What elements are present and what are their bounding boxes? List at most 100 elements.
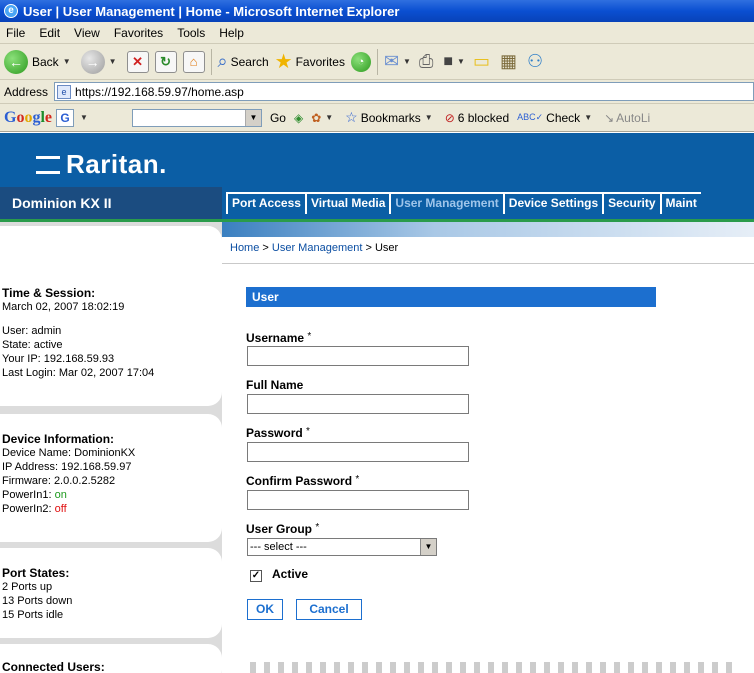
device-panel: Device Information: Device Name: Dominio…	[0, 414, 222, 542]
menu-edit[interactable]: Edit	[39, 26, 60, 40]
back-dropdown-icon[interactable]: ▼	[63, 57, 71, 66]
menu-file[interactable]: File	[6, 26, 25, 40]
ports-down: 13 Ports down	[2, 595, 73, 607]
active-checkbox[interactable]: ✓	[250, 570, 262, 582]
window-title: User | User Management | Home - Microsof…	[23, 3, 400, 19]
password-label: Password *	[246, 426, 310, 440]
page-icon: e	[57, 84, 72, 99]
user-group-label: User Group *	[246, 522, 320, 536]
google-go-button[interactable]: Go	[270, 111, 286, 125]
popup-blocker-button[interactable]: ⊘ 6 blocked	[445, 111, 509, 125]
ports-idle: 15 Ports idle	[2, 609, 64, 621]
google-extra-icon[interactable]: ✿	[311, 111, 321, 125]
forward-button[interactable]: → ▼	[80, 49, 121, 74]
product-name: Dominion KX II	[0, 187, 222, 219]
menu-favorites[interactable]: Favorites	[114, 26, 163, 40]
breadcrumb-home[interactable]: Home	[230, 242, 259, 254]
menu-view[interactable]: View	[74, 26, 100, 40]
popup-blocked-icon: ⊘	[444, 110, 455, 125]
google-menu-dropdown-icon[interactable]: ▼	[80, 113, 88, 122]
forward-arrow-icon: →	[80, 49, 105, 74]
session-datetime: March 02, 2007 18:02:19	[2, 301, 125, 313]
forward-dropdown-icon[interactable]: ▼	[109, 57, 117, 66]
back-label: Back	[32, 54, 59, 69]
confirm-password-input[interactable]	[247, 490, 469, 510]
menu-tools[interactable]: Tools	[177, 26, 205, 40]
window-titlebar: e User | User Management | Home - Micros…	[0, 0, 754, 22]
breadcrumb-separator: >	[262, 242, 269, 254]
mail-dropdown-icon[interactable]: ▼	[403, 57, 411, 66]
powerin1-status: on	[54, 489, 67, 501]
tab-maintenance[interactable]: Maint	[659, 192, 701, 214]
toolbar-separator	[210, 48, 212, 75]
stop-icon[interactable]: ✕	[126, 50, 149, 73]
spellcheck-icon: ABC✓	[517, 112, 544, 122]
autolink-button[interactable]: ↘ AutoLi	[604, 111, 650, 125]
raritan-logo-text: Raritan.	[66, 149, 167, 179]
messenger-icon[interactable]: ⚇	[527, 51, 543, 72]
address-input[interactable]: e https://192.168.59.97/home.asp	[54, 82, 754, 101]
form-section-title: User	[246, 287, 656, 307]
tab-user-management[interactable]: User Management	[389, 192, 503, 214]
tab-virtual-media[interactable]: Virtual Media	[304, 192, 390, 214]
breadcrumb-user-management[interactable]: User Management	[272, 242, 363, 254]
research-icon[interactable]: ▦	[500, 51, 517, 72]
google-toolbar: Google G ▼ Go ◈ ✿ ▼ ☆ Bookmarks▼ ⊘ 6 blo…	[0, 104, 754, 132]
back-button[interactable]: ← Back ▼	[4, 49, 75, 74]
sidebar: Time & Session: March 02, 2007 18:02:19 …	[0, 222, 222, 673]
port-states-heading: Port States:	[2, 566, 70, 580]
favorites-button[interactable]: ★ Favorites	[275, 49, 345, 74]
port-states-panel: Port States: 2 Ports up 13 Ports down 15…	[0, 548, 222, 638]
tab-security[interactable]: Security	[602, 192, 660, 214]
spellcheck-button[interactable]: ABC✓ Check ▼	[517, 111, 596, 125]
breadcrumb-separator: >	[365, 242, 372, 254]
powerin2-status: off	[54, 503, 67, 515]
ok-button[interactable]: OK	[247, 599, 283, 620]
user-group-select[interactable]: --- select --- ▼	[247, 538, 437, 556]
tab-device-settings[interactable]: Device Settings	[502, 192, 603, 214]
google-search-input[interactable]	[131, 108, 262, 127]
session-state: State: active	[2, 339, 63, 351]
address-label: Address	[4, 84, 49, 99]
bookmarks-dropdown-icon: ▼	[424, 113, 433, 122]
bookmarks-star-icon: ☆	[345, 109, 358, 125]
tab-port-access[interactable]: Port Access	[226, 192, 305, 214]
device-powerin1: PowerIn1: on	[2, 489, 67, 501]
main-tabs: Port Access Virtual Media User Managemen…	[226, 192, 701, 214]
back-arrow-icon: ←	[4, 49, 28, 74]
search-button[interactable]: ⌕ Search	[218, 51, 269, 72]
device-ip: IP Address: 192.168.59.97	[2, 461, 132, 473]
session-last-login: Last Login: Mar 02, 2007 17:04	[2, 367, 155, 379]
session-ip: Your IP: 192.168.59.93	[2, 353, 115, 365]
autolink-icon: ↘	[604, 110, 615, 125]
cancel-button[interactable]: Cancel	[296, 599, 362, 620]
search-icon: ⌕	[217, 51, 228, 71]
bookmarks-button[interactable]: ☆ Bookmarks ▼	[345, 109, 437, 126]
menu-help[interactable]: Help	[219, 26, 244, 40]
fullname-input[interactable]	[247, 394, 469, 414]
google-logo[interactable]: Google	[4, 109, 52, 127]
toolbar-separator	[376, 48, 378, 75]
breadcrumb-divider	[222, 263, 754, 264]
mail-icon[interactable]: ✉	[384, 51, 399, 72]
browser-toolbar: ← Back ▼ → ▼ ✕ ↻ ⌂ ⌕ Search ★ Favorites …	[0, 44, 754, 80]
session-heading: Time & Session:	[2, 286, 96, 300]
home-icon[interactable]: ⌂	[182, 50, 205, 73]
brand-header: Raritan. Dominion KX II	[0, 133, 222, 219]
google-g-icon[interactable]: G	[56, 108, 75, 127]
google-extra-dropdown-icon[interactable]: ▼	[325, 113, 333, 122]
username-input[interactable]	[247, 346, 469, 366]
pagerank-icon: ◈	[293, 110, 304, 125]
spellcheck-dropdown-icon: ▼	[584, 113, 593, 122]
password-input[interactable]	[247, 442, 469, 462]
edit-icon[interactable]: ■	[443, 53, 453, 71]
print-icon[interactable]: ⎙	[419, 51, 433, 72]
edit-dropdown-icon[interactable]: ▼	[457, 57, 465, 66]
discuss-icon[interactable]: ▭	[473, 51, 490, 72]
refresh-icon[interactable]: ↻	[154, 50, 177, 73]
address-url: https://192.168.59.97/home.asp	[75, 84, 244, 99]
chevron-down-icon[interactable]: ▼	[420, 539, 436, 555]
ie-logo-icon: e	[4, 4, 18, 18]
username-label: Username *	[246, 331, 312, 345]
media-icon[interactable]: ◔	[350, 51, 371, 72]
